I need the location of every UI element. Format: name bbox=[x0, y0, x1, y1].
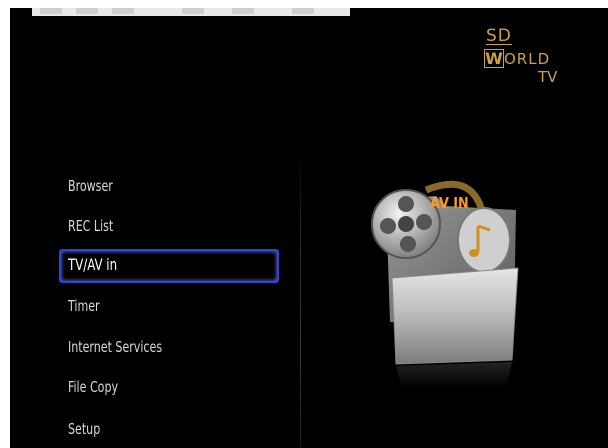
menu-item-tv-av-in[interactable]: TV/AV in bbox=[68, 251, 117, 279]
av-in-label: AV IN bbox=[430, 194, 469, 212]
sd-world-tv-logo: SD W ORLD TV bbox=[482, 26, 572, 98]
menu-item-rec-list[interactable]: REC List bbox=[68, 212, 113, 240]
logo-tv-text: TV bbox=[538, 68, 558, 86]
logo-w-box: W bbox=[484, 49, 504, 68]
menu-item-timer[interactable]: Timer bbox=[68, 292, 100, 320]
top-status-strip bbox=[32, 8, 350, 16]
logo-sd-text: SD bbox=[486, 26, 512, 46]
menu-item-file-copy[interactable]: File Copy bbox=[68, 373, 118, 401]
main-screen: SD W ORLD TV Browser REC List TV/AV in T… bbox=[10, 8, 608, 448]
menu-item-browser[interactable]: Browser bbox=[68, 172, 113, 200]
panel-divider bbox=[300, 148, 301, 448]
menu-item-internet-services[interactable]: Internet Services bbox=[68, 333, 162, 361]
menu-item-setup[interactable]: Setup bbox=[68, 415, 100, 443]
logo-orld-text: ORLD bbox=[504, 50, 551, 68]
